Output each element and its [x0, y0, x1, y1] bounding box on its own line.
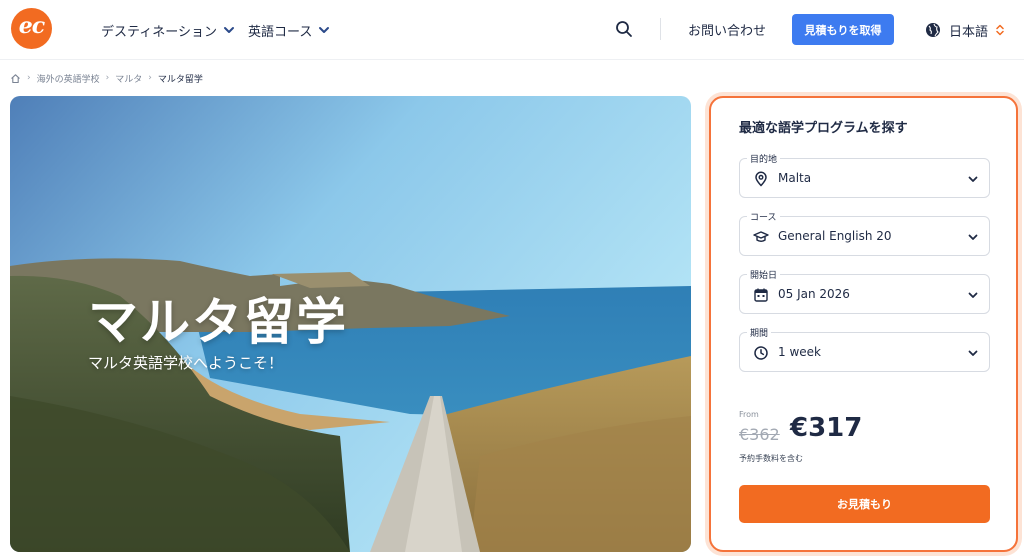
- price-note: 予約手数料を含む: [739, 454, 803, 463]
- language-selector[interactable]: 日本語: [925, 19, 1004, 41]
- breadcrumb-item-schools[interactable]: 海外の英語学校: [37, 72, 100, 85]
- hero-subtitle: マルタ英語学校へようこそ！: [88, 354, 284, 372]
- breadcrumb-separator: ›: [27, 73, 31, 83]
- breadcrumb-item-malta[interactable]: マルタ: [115, 72, 142, 85]
- map-pin-icon: [755, 171, 767, 187]
- breadcrumb: › 海外の英語学校 › マルタ › マルタ留学: [10, 71, 203, 85]
- calendar-icon: [754, 288, 768, 302]
- duration-value: 1 week: [778, 345, 821, 359]
- globe-icon: [926, 23, 940, 37]
- course-label: コース: [747, 210, 780, 223]
- chevron-down-icon: [968, 292, 978, 298]
- hero-banner: マルタ留学 マルタ英語学校へようこそ！: [10, 96, 691, 552]
- current-price: €317: [790, 413, 863, 443]
- graduation-cap-icon: [753, 231, 769, 242]
- chevron-down-icon: [968, 234, 978, 240]
- breadcrumb-current: マルタ留学: [157, 74, 203, 85]
- breadcrumb-separator: ›: [105, 73, 110, 83]
- logo-text: ec: [18, 13, 45, 39]
- header-divider: [660, 18, 661, 40]
- duration-select[interactable]: 1 week: [739, 332, 990, 372]
- language-label: 日本語: [949, 24, 989, 40]
- price-from-label: From: [739, 410, 759, 419]
- clock-icon: [754, 346, 768, 360]
- search-icon[interactable]: [614, 19, 634, 39]
- hero-title: マルタ留学: [88, 293, 348, 351]
- nav-destinations-label: デスティネーション: [101, 24, 217, 40]
- request-quote-button[interactable]: お見積もり: [739, 485, 990, 523]
- destination-label: 目的地: [747, 152, 781, 165]
- start-date-label: 開始日: [747, 268, 781, 281]
- chevron-down-icon: [968, 350, 978, 356]
- old-price: €362: [739, 425, 780, 444]
- breadcrumb-separator: ›: [148, 73, 152, 83]
- destination-value: Malta: [778, 171, 812, 185]
- chevron-updown-icon: [996, 24, 1004, 36]
- nav-destinations[interactable]: デスティネーション: [101, 20, 235, 40]
- site-header: ec デスティネーション 英語コース お問い合わせ 見積もりを取得 日本語: [0, 0, 1024, 60]
- finder-title: 最適な語学プログラムを探す: [739, 121, 908, 136]
- start-date-value: 05 Jan 2026: [778, 287, 850, 301]
- chevron-down-icon: [223, 27, 234, 33]
- chevron-down-icon: [968, 176, 978, 182]
- course-value: General English 20: [778, 229, 892, 243]
- ec-logo[interactable]: ec: [11, 8, 52, 49]
- home-icon[interactable]: [10, 73, 21, 84]
- nav-english-courses[interactable]: 英語コース: [248, 20, 330, 40]
- contact-link[interactable]: お問い合わせ: [688, 20, 766, 39]
- get-quote-button[interactable]: 見積もりを取得: [792, 14, 894, 45]
- duration-label: 期間: [747, 326, 772, 339]
- nav-english-courses-label: 英語コース: [248, 24, 313, 40]
- chevron-down-icon: [319, 27, 330, 33]
